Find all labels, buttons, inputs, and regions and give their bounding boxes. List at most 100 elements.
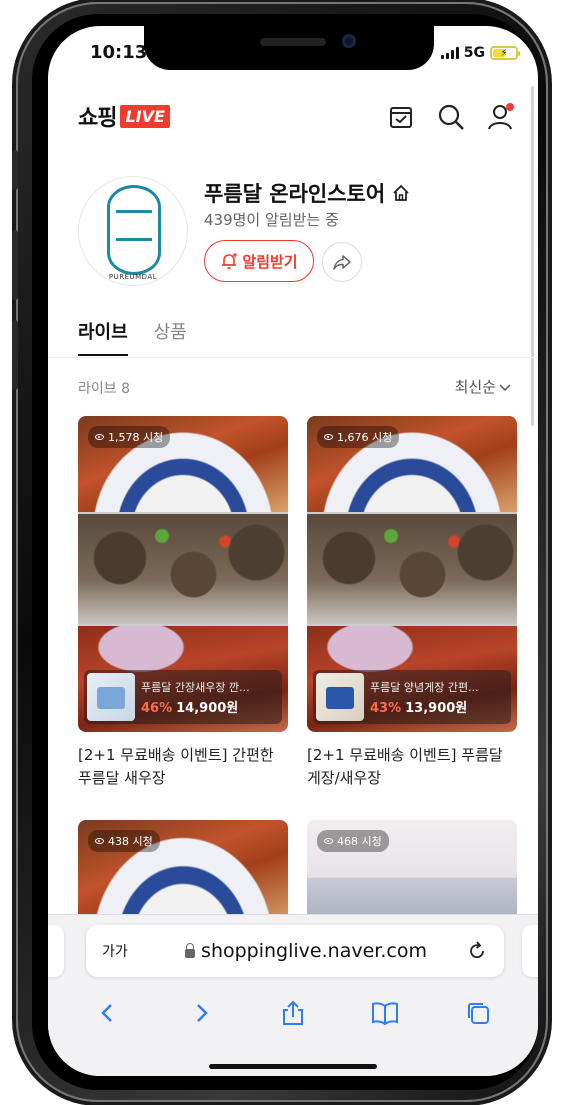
book-icon: [372, 1002, 399, 1026]
text-size-button[interactable]: 가가: [102, 941, 154, 961]
live-title[interactable]: [2+1 무료배송 이벤트] 푸름달 게장/새우장: [307, 744, 517, 790]
status-time: 10:13: [90, 42, 148, 63]
sort-label: 최신순: [454, 378, 496, 396]
header-actions: [386, 102, 516, 132]
volume-up-button: [12, 230, 18, 300]
product-name: 푸름달 양념게장 간편...: [370, 680, 479, 694]
live-title[interactable]: [2+1 무료배송 이벤트] 간편한 푸름달 새우장: [78, 744, 288, 790]
view-count: 1,578 시청: [108, 431, 164, 444]
tab-live[interactable]: 라이브: [78, 318, 128, 356]
store-logo-caption: PUREUMDAL: [108, 273, 158, 281]
bell-plus-icon: [222, 253, 238, 269]
live-card[interactable]: 1,578 시청 푸름달 간장새우장 깐... 46% 14,900원 [2+1 …: [78, 416, 288, 790]
logo-brand: 쇼핑: [78, 106, 117, 131]
previous-tab-peek[interactable]: [48, 925, 64, 977]
live-count: 라이브 8: [78, 381, 130, 397]
live-card[interactable]: 1,676 시청 푸름달 양념게장 간편... 43% 13,900원 [2+1 …: [307, 416, 517, 790]
store-logo-seal: [107, 185, 161, 275]
live-card[interactable]: 468 시청: [307, 820, 517, 924]
url-display[interactable]: shoppinglive.naver.com: [154, 940, 458, 962]
store-logo[interactable]: PUREUMDAL: [78, 176, 188, 286]
product-price-row: 43% 13,900원: [370, 697, 508, 716]
eye-icon: [324, 838, 333, 844]
logo-live-badge: LIVE: [120, 104, 170, 128]
product-price-row: 46% 14,900원: [141, 697, 279, 716]
status-indicators: 5G ⚡: [440, 45, 520, 61]
discount-rate: 46%: [141, 700, 173, 716]
discount-rate: 43%: [370, 700, 402, 716]
store-name-text: 푸름달 온라인스토어: [204, 182, 386, 206]
product-info: 푸름달 간장새우장 깐... 46% 14,900원: [141, 679, 279, 716]
live-card[interactable]: 438 시청: [78, 820, 288, 924]
food-image-crab: [307, 514, 517, 624]
sort-dropdown[interactable]: 최신순: [455, 376, 512, 397]
eye-icon: [324, 434, 333, 440]
store-tabs: 라이브 상품: [78, 318, 187, 356]
food-image-crab: [78, 514, 288, 624]
notify-label: 알림받기: [242, 252, 298, 271]
network-label: 5G: [463, 45, 485, 61]
product-chip[interactable]: 푸름달 양념게장 간편... 43% 13,900원: [313, 670, 511, 724]
browser-nav: [48, 995, 538, 1031]
tabs-button[interactable]: [460, 995, 496, 1031]
product-chip[interactable]: 푸름달 간장새우장 깐... 46% 14,900원: [84, 670, 282, 724]
product-name: 푸름달 간장새우장 깐...: [141, 680, 250, 694]
lock-icon: [185, 942, 196, 958]
next-tab-peek[interactable]: [522, 925, 538, 977]
tab-products[interactable]: 상품: [154, 318, 187, 356]
browser-toolbar: 가가 shoppinglive.naver.com: [48, 914, 538, 1076]
share-button[interactable]: [322, 242, 362, 282]
eye-icon: [95, 838, 104, 844]
speaker: [260, 38, 326, 46]
product-image: [316, 673, 364, 721]
volume-down-button: [12, 320, 18, 390]
eye-icon: [95, 434, 104, 440]
app-header: 쇼핑 LIVE: [48, 100, 538, 140]
bookmarks-button[interactable]: [367, 995, 403, 1031]
view-count: 468 시청: [337, 835, 382, 848]
forward-button[interactable]: [183, 995, 219, 1031]
home-icon: [393, 184, 409, 201]
view-count: 438 시청: [108, 835, 153, 848]
view-count-badge: 468 시청: [317, 830, 389, 852]
share-sheet-button[interactable]: [275, 995, 311, 1031]
calendar-check-icon[interactable]: [386, 102, 416, 132]
user-icon[interactable]: [486, 102, 516, 132]
view-count-badge: 1,578 시청: [88, 426, 171, 448]
signal-icon: [440, 47, 459, 59]
product-image: [87, 673, 135, 721]
search-icon[interactable]: [436, 102, 466, 132]
view-count: 1,676 시청: [337, 431, 393, 444]
live-thumbnail[interactable]: 1,578 시청 푸름달 간장새우장 깐... 46% 14,900원: [78, 416, 288, 732]
address-bar[interactable]: 가가 shoppinglive.naver.com: [86, 925, 504, 977]
live-thumbnail[interactable]: 438 시청: [78, 820, 288, 924]
home-indicator[interactable]: [209, 1064, 377, 1069]
reload-button[interactable]: [458, 940, 488, 962]
chevron-left-icon: [101, 1004, 113, 1022]
live-thumbnail[interactable]: 1,676 시청 푸름달 양념게장 간편... 43% 13,900원: [307, 416, 517, 732]
back-button[interactable]: [90, 995, 126, 1031]
product-info: 푸름달 양념게장 간편... 43% 13,900원: [370, 679, 508, 716]
url-text: shoppinglive.naver.com: [201, 940, 427, 962]
store-name[interactable]: 푸름달 온라인스토어: [204, 178, 411, 208]
mute-switch: [12, 150, 18, 190]
subscriber-count: 439명이 알림받는 중: [204, 211, 339, 229]
notify-button[interactable]: 알림받기: [204, 240, 314, 282]
view-count-badge: 1,676 시청: [317, 426, 400, 448]
front-camera: [342, 34, 356, 48]
chevron-down-icon: [499, 383, 511, 391]
share-icon: [282, 1000, 303, 1025]
tabs-icon: [467, 1003, 489, 1024]
notch: [144, 26, 434, 70]
reload-icon: [470, 941, 484, 959]
screen: 10:13 5G ⚡ 쇼핑 LIVE PUREUMDAL 푸름달 온라인스토어 …: [48, 26, 538, 1076]
shopping-live-logo[interactable]: 쇼핑 LIVE: [78, 100, 170, 132]
chevron-right-icon: [196, 1004, 208, 1022]
tab-divider: [48, 357, 538, 358]
product-price: 13,900원: [405, 700, 468, 716]
view-count-badge: 438 시청: [88, 830, 160, 852]
share-arrow-icon: [333, 255, 351, 270]
product-price: 14,900원: [176, 700, 239, 716]
battery-icon: ⚡: [490, 46, 520, 60]
live-thumbnail[interactable]: 468 시청: [307, 820, 517, 924]
